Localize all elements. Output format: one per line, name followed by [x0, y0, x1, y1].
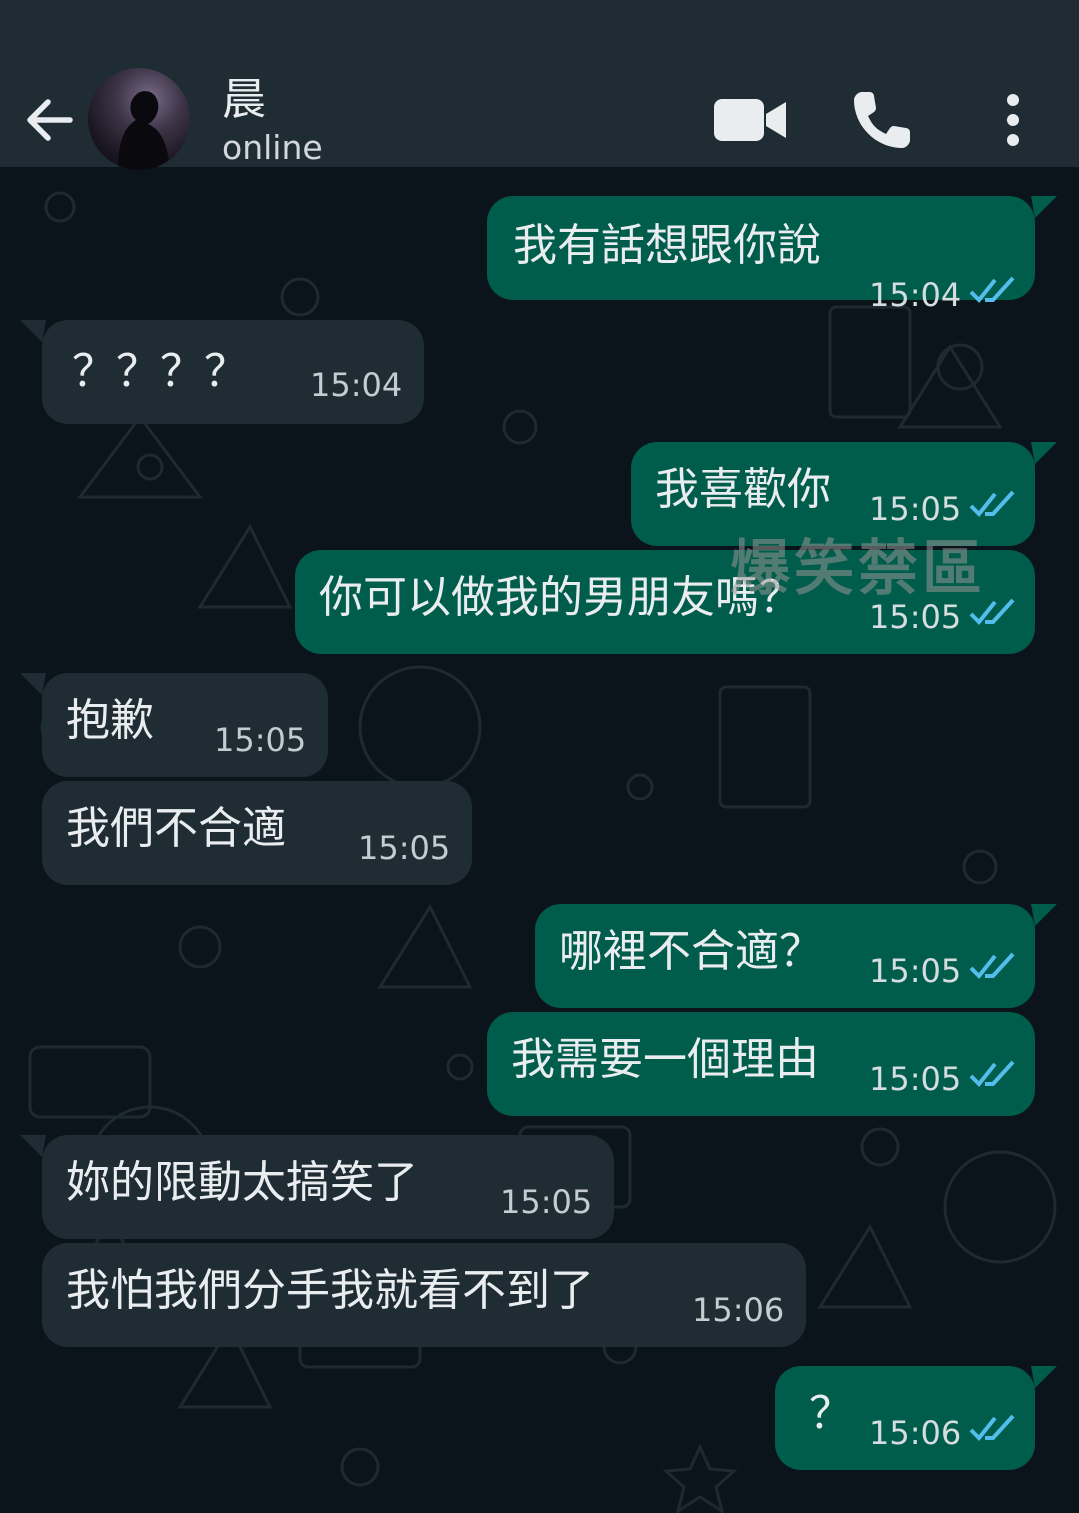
- message-bubble-outgoing[interactable]: 哪裡不合適？ 15:05: [535, 904, 1057, 1008]
- message-list[interactable]: 我有話想跟你說 15:04 ？？？？ 15:04 我喜歡你 15:05 你可以做…: [0, 167, 1079, 1513]
- message-bubble-outgoing[interactable]: ？ 15:06: [775, 1366, 1057, 1470]
- avatar[interactable]: [88, 68, 190, 170]
- message-text: ？: [809, 1388, 853, 1439]
- message-text: 我喜歡你: [655, 464, 831, 515]
- more-vertical-icon[interactable]: [995, 92, 1031, 148]
- message-bubble-incoming[interactable]: 我們不合適 15:05: [42, 781, 472, 885]
- message-bubble-outgoing[interactable]: 我需要一個理由 15:05: [487, 1012, 1035, 1116]
- message-time: 15:04: [869, 276, 962, 314]
- message-time: 15:05: [214, 721, 307, 759]
- chat-header: 晨 online: [0, 0, 1079, 170]
- message-text: 我們不合適: [66, 803, 286, 854]
- phone-icon[interactable]: [850, 88, 914, 152]
- message-time: 15:04: [310, 366, 403, 404]
- message-bubble-outgoing[interactable]: 我有話想跟你說 15:04: [487, 196, 1057, 314]
- message-text: 妳的限動太搞笑了: [66, 1157, 418, 1208]
- message-time: 15:06: [869, 1414, 962, 1452]
- read-double-check-icon: [969, 1414, 1015, 1441]
- message-text: 抱歉: [66, 695, 154, 746]
- message-text: 我怕我們分手我就看不到了: [66, 1265, 594, 1316]
- bubble-tail: [1031, 442, 1057, 464]
- message-time: 15:06: [692, 1291, 785, 1329]
- bubble-tail: [1031, 196, 1057, 218]
- message-time: 15:05: [500, 1183, 593, 1221]
- read-double-check-icon: [969, 952, 1015, 979]
- message-time: 15:05: [869, 952, 962, 990]
- message-time: 15:05: [358, 829, 451, 867]
- bubble-tail: [1031, 904, 1057, 926]
- bubble-tail: [1031, 1366, 1057, 1388]
- message-text: ？？？？: [72, 346, 248, 397]
- message-text: 我有話想跟你說: [513, 220, 821, 271]
- message-text: 哪裡不合適？: [559, 926, 823, 977]
- read-double-check-icon: [969, 1060, 1015, 1087]
- contact-name[interactable]: 晨: [222, 74, 266, 126]
- message-bubble-incoming[interactable]: 我怕我們分手我就看不到了 15:06: [42, 1243, 806, 1347]
- arrow-left-icon[interactable]: [22, 92, 78, 148]
- message-text: 我需要一個理由: [511, 1034, 819, 1085]
- read-double-check-icon: [969, 490, 1015, 517]
- bubble-tail: [20, 673, 46, 695]
- message-bubble-incoming[interactable]: 妳的限動太搞笑了 15:05: [20, 1135, 614, 1239]
- bubble-tail: [20, 1135, 46, 1157]
- message-bubble-incoming[interactable]: 抱歉 15:05: [20, 673, 328, 777]
- contact-status: online: [222, 128, 323, 167]
- message-bubble-incoming[interactable]: ？？？？ 15:04: [20, 320, 424, 424]
- read-double-check-icon: [969, 276, 1015, 303]
- video-camera-icon[interactable]: [712, 96, 788, 144]
- message-time: 15:05: [869, 1060, 962, 1098]
- watermark: 爆笑禁區: [730, 534, 986, 604]
- bubble-tail: [20, 320, 46, 342]
